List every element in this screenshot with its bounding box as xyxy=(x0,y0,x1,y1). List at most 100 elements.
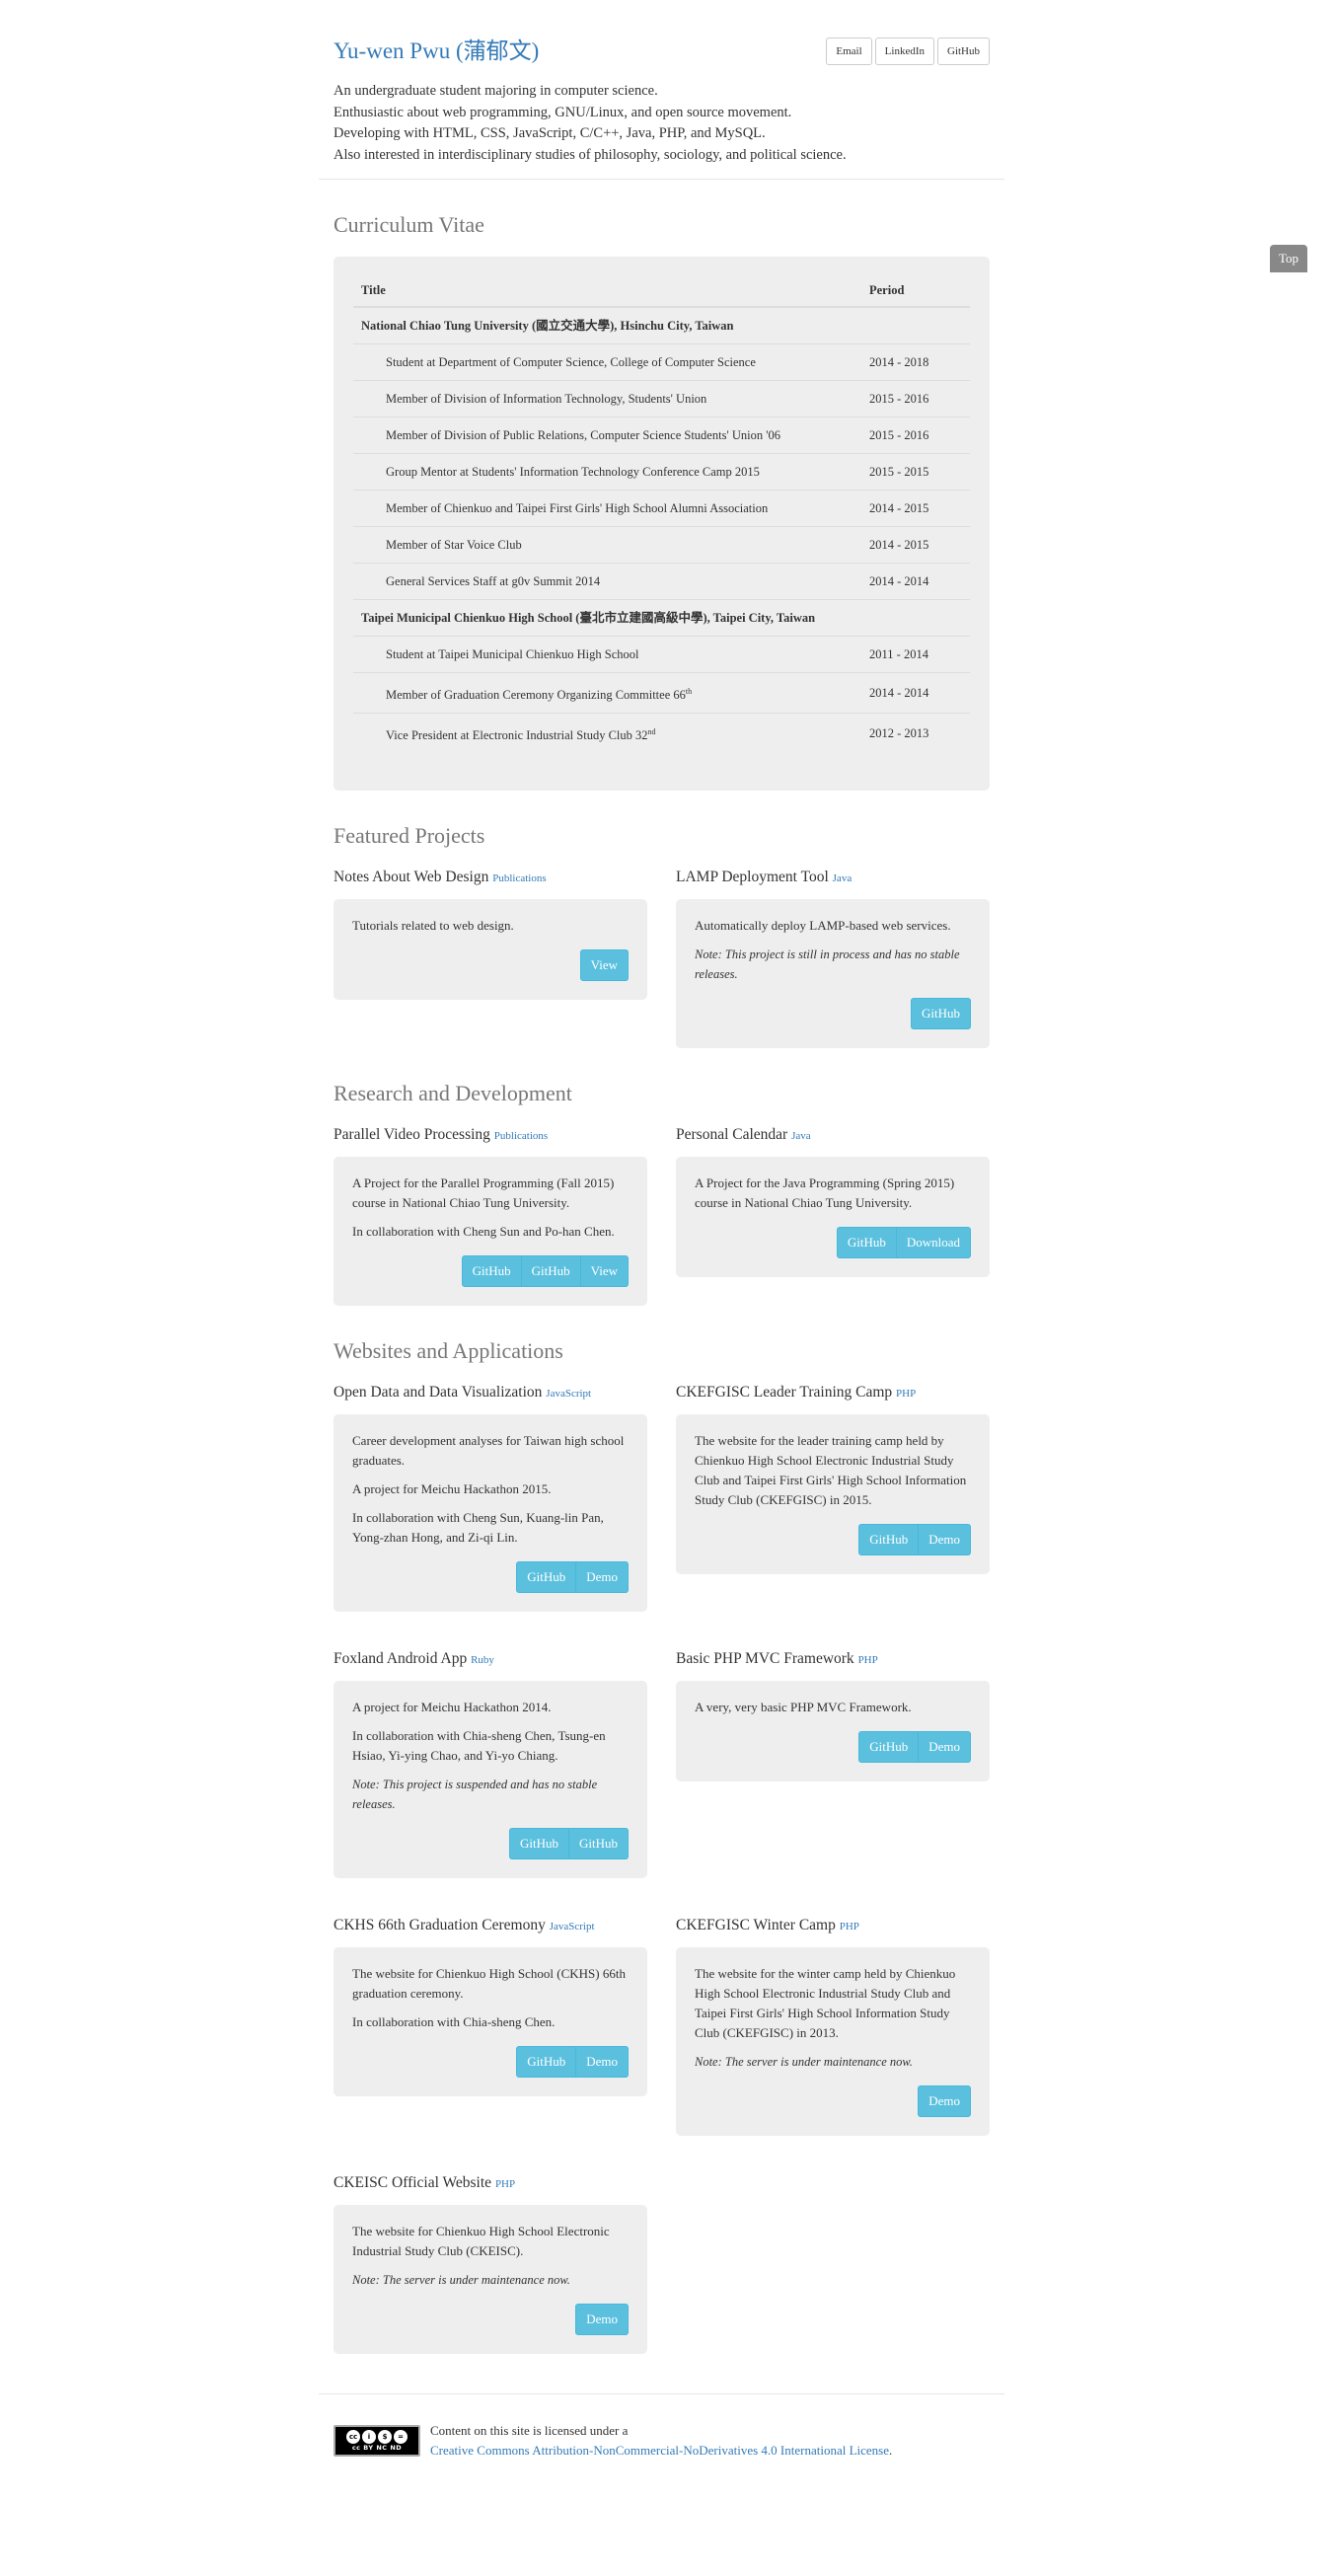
col-title: Title xyxy=(353,274,861,308)
demo-button[interactable]: Demo xyxy=(918,1731,971,1764)
cv-box: Title Period National Chiao Tung Univers… xyxy=(334,257,990,792)
github-button[interactable]: GitHub xyxy=(516,1561,577,1594)
contact-buttons: Email LinkedIn GitHub xyxy=(826,38,990,65)
intro: An undergraduate student majoring in com… xyxy=(334,81,990,166)
cv-item-text: Member of Division of Information Techno… xyxy=(386,392,707,406)
project: Personal Calendar Java A Project for the … xyxy=(676,1125,990,1278)
back-to-top-button[interactable]: Top xyxy=(1270,245,1308,272)
cv-item-text: Member of Chienkuo and Taipei First Girl… xyxy=(386,501,769,515)
cv-group-row: National Chiao Tung University (國立交通大學),… xyxy=(353,306,970,344)
project-language-label[interactable]: Publications xyxy=(494,1130,548,1142)
project-name: CKEFGISC Winter Camp xyxy=(676,1917,836,1934)
project-description: A Project for the Java Programming (Spri… xyxy=(695,1175,955,1211)
project-language-label[interactable]: Java xyxy=(833,872,853,884)
project-title: Foxland Android App Ruby xyxy=(334,1649,647,1670)
project-title: Parallel Video Processing Publications xyxy=(334,1125,647,1146)
project-description: Tutorials related to web design. xyxy=(352,918,514,934)
project: CKHS 66th Graduation Ceremony JavaScript… xyxy=(334,1916,647,2097)
github-button[interactable]: GitHub xyxy=(937,38,990,65)
linkedin-button[interactable]: LinkedIn xyxy=(874,38,934,65)
github-button[interactable]: GitHub xyxy=(568,1828,629,1860)
cc-license-badge[interactable]: cc i $ = cc BY NC ND xyxy=(334,2425,420,2458)
section-heading: Websites and Applications xyxy=(334,1338,563,1364)
cv-row: Vice President at Electronic Industrial … xyxy=(353,713,970,754)
github-button[interactable]: GitHub xyxy=(858,1731,920,1764)
project-language-label[interactable]: JavaScript xyxy=(550,1921,595,1932)
button-group: View xyxy=(352,949,629,982)
email-button[interactable]: Email xyxy=(826,38,872,65)
github-button[interactable]: GitHub xyxy=(516,2046,577,2079)
cv-item-period: 2012 - 2013 xyxy=(861,713,970,754)
cv-item-text: Group Mentor at Students' Information Te… xyxy=(386,465,760,479)
project-note: Note: This project is still in process a… xyxy=(695,947,960,982)
project-card: The website for the leader training camp… xyxy=(676,1414,990,1575)
by-icon: i xyxy=(362,2429,376,2444)
intro-line: Enthusiastic about web programming, GNU/… xyxy=(334,104,792,120)
project-name: Personal Calendar xyxy=(676,1126,788,1144)
cv-item-period: 2015 - 2015 xyxy=(861,453,970,491)
view-button[interactable]: View xyxy=(579,949,629,982)
project-language-label[interactable]: PHP xyxy=(896,1388,916,1400)
cv-item-text: Vice President at Electronic Industrial … xyxy=(386,728,648,743)
demo-button[interactable]: Demo xyxy=(575,1561,629,1594)
project-language-label[interactable]: PHP xyxy=(840,1921,859,1932)
demo-button[interactable]: Demo xyxy=(918,2085,971,2118)
cv-row: General Services Staff at g0v Summit 201… xyxy=(353,563,970,600)
github-button[interactable]: GitHub xyxy=(461,1255,522,1288)
project-language-label[interactable]: PHP xyxy=(858,1654,878,1666)
project-name: Notes About Web Design xyxy=(334,869,489,886)
button-group: GitHub Demo xyxy=(352,1561,629,1594)
project-language-label[interactable]: JavaScript xyxy=(546,1388,591,1400)
cv-group-row: Taipei Municipal Chienkuo High School (臺… xyxy=(353,599,970,637)
project-name: Basic PHP MVC Framework xyxy=(676,1650,854,1668)
button-group: GitHub GitHub xyxy=(352,1828,629,1860)
project-note: Note: The server is under maintenance no… xyxy=(352,2273,570,2288)
github-button[interactable]: GitHub xyxy=(520,1255,581,1288)
project-name: Open Data and Data Visualization xyxy=(334,1384,543,1402)
demo-button[interactable]: Demo xyxy=(575,2304,629,2336)
cv-item-text: Member of Star Voice Club xyxy=(386,538,522,552)
project-title: Basic PHP MVC Framework PHP xyxy=(676,1649,990,1670)
project: Open Data and Data Visualization JavaScr… xyxy=(334,1383,647,1613)
button-group: GitHub Demo xyxy=(695,1731,971,1764)
cv-item-text: Student at Department of Computer Scienc… xyxy=(386,355,756,369)
license-link[interactable]: Creative Commons Attribution-NonCommerci… xyxy=(430,2443,889,2458)
project-language-label[interactable]: PHP xyxy=(495,2178,515,2190)
cv-item-title: Student at Taipei Municipal Chienkuo Hig… xyxy=(353,636,861,673)
license-period: . xyxy=(889,2443,893,2459)
project: CKEISC Official Website PHP The website f… xyxy=(334,2173,647,2355)
cv-item-title: Member of Star Voice Club xyxy=(353,526,861,564)
project-card: A Project for the Parallel Programming (… xyxy=(334,1157,647,1307)
cv-item-period: 2014 - 2014 xyxy=(861,563,970,600)
project-title: CKEFGISC Leader Training Camp PHP xyxy=(676,1383,990,1403)
cv-item-period: 2015 - 2016 xyxy=(861,417,970,454)
footer: cc i $ = cc BY NC ND Content on this sit… xyxy=(319,2393,1004,2500)
demo-button[interactable]: Demo xyxy=(575,2046,629,2079)
project-title: CKEISC Official Website PHP xyxy=(334,2173,647,2194)
project-language-label[interactable]: Ruby xyxy=(471,1654,494,1666)
demo-button[interactable]: Demo xyxy=(918,1524,971,1556)
download-button[interactable]: Download xyxy=(895,1227,971,1259)
view-button[interactable]: View xyxy=(579,1255,629,1288)
github-button[interactable]: GitHub xyxy=(858,1524,920,1556)
project-card: A very, very basic PHP MVC Framework. Git… xyxy=(676,1681,990,1782)
project-language-label[interactable]: Publications xyxy=(492,872,546,884)
cv-item-title: Group Mentor at Students' Information Te… xyxy=(353,453,861,491)
github-button[interactable]: GitHub xyxy=(911,998,971,1030)
project-card: A Project for the Java Programming (Spri… xyxy=(676,1157,990,1278)
license-intro: Content on this site is licensed under a xyxy=(430,2423,629,2439)
cv-item-title: General Services Staff at g0v Summit 201… xyxy=(353,563,861,600)
github-button[interactable]: GitHub xyxy=(836,1227,897,1259)
project-name: LAMP Deployment Tool xyxy=(676,869,829,886)
project-title: Notes About Web Design Publications xyxy=(334,868,647,888)
project-card: Tutorials related to web design. View xyxy=(334,899,647,1001)
project-title: CKHS 66th Graduation Ceremony JavaScript xyxy=(334,1916,647,1936)
cv-section: Curriculum Vitae Title Period National C… xyxy=(319,211,1004,792)
project-grid: Notes About Web Design Publications Tutor… xyxy=(334,868,990,1049)
project-name: CKEFGISC Leader Training Camp xyxy=(676,1384,893,1402)
button-group: Demo xyxy=(695,2085,971,2118)
project-description: Automatically deploy LAMP-based web serv… xyxy=(695,918,951,934)
github-button[interactable]: GitHub xyxy=(509,1828,569,1860)
project-language-label[interactable]: Java xyxy=(791,1130,811,1142)
cc-badge-label: cc BY NC ND xyxy=(351,2443,403,2452)
